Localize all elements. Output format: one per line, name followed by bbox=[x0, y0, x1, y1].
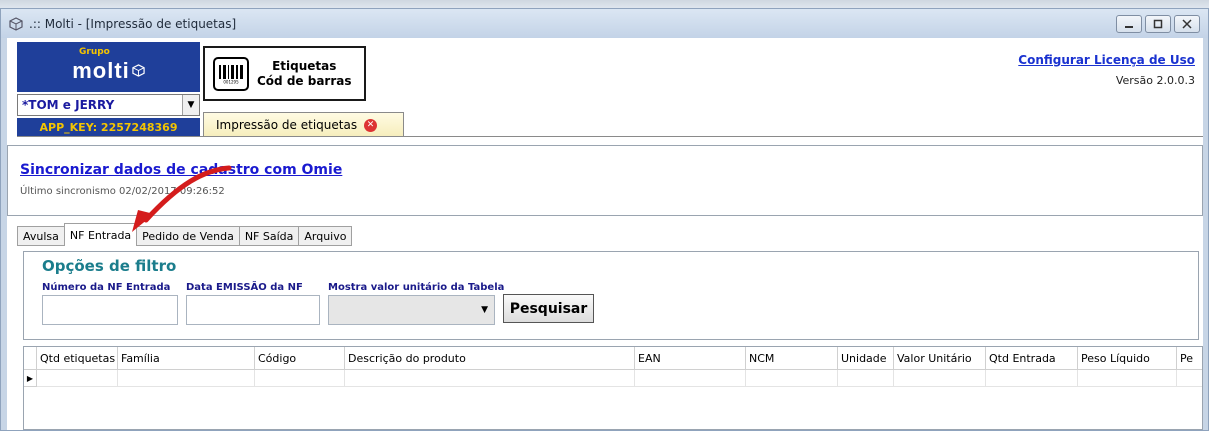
logo-molti-text: molti bbox=[72, 58, 130, 83]
column-header[interactable]: NCM bbox=[746, 347, 838, 370]
table-cell[interactable] bbox=[986, 370, 1078, 387]
filter-title: Opções de filtro bbox=[42, 257, 177, 275]
table-cell[interactable] bbox=[746, 370, 838, 387]
maximize-icon bbox=[1153, 19, 1163, 29]
minimize-button[interactable] bbox=[1116, 15, 1142, 33]
module-tile-etiquetas[interactable]: 001295 Etiquetas Cód de barras bbox=[203, 46, 366, 101]
company-select[interactable]: *TOM e JERRY ▼ bbox=[17, 94, 200, 116]
row-pointer-icon: ▶ bbox=[24, 370, 37, 387]
table-cell[interactable] bbox=[894, 370, 986, 387]
table-row[interactable]: ▶ bbox=[24, 370, 1202, 387]
column-header[interactable]: Descrição do produto bbox=[345, 347, 635, 370]
column-header[interactable]: Código bbox=[255, 347, 345, 370]
tab-nf-entrada[interactable]: NF Entrada bbox=[63, 223, 137, 246]
nf-number-input[interactable] bbox=[42, 295, 178, 325]
nf-number-label: Número da NF Entrada bbox=[42, 282, 171, 293]
client-area: Grupo molti *TOM e JERRY ▼ APP_KEY: 2257… bbox=[7, 38, 1203, 430]
tab-close-icon[interactable]: ✕ bbox=[364, 118, 378, 132]
chevron-down-icon[interactable]: ▼ bbox=[182, 95, 199, 115]
column-header[interactable]: Pe bbox=[1177, 347, 1202, 370]
barcode-icon: 001295 bbox=[213, 56, 249, 91]
tab-nf-saida[interactable]: NF Saída bbox=[238, 226, 299, 246]
grid-corner bbox=[24, 347, 37, 370]
column-header[interactable]: Qtd etiquetas bbox=[37, 347, 118, 370]
grid-header: Qtd etiquetas Família Código Descrição d… bbox=[24, 347, 1202, 370]
subtab-bar: Avulsa NF Entrada Pedido de Venda NF Saí… bbox=[17, 223, 353, 246]
table-cell[interactable] bbox=[255, 370, 345, 387]
table-cell[interactable] bbox=[838, 370, 894, 387]
column-header[interactable]: Valor Unitário bbox=[894, 347, 986, 370]
window-controls bbox=[1116, 15, 1200, 33]
table-cell[interactable] bbox=[635, 370, 746, 387]
title-bar[interactable]: .:: Molti - [Impressão de etiquetas] bbox=[1, 9, 1208, 38]
search-button[interactable]: Pesquisar bbox=[503, 294, 594, 323]
sync-panel: Sincronizar dados de cadastro com Omie Ú… bbox=[7, 145, 1203, 216]
doc-tab-label: Impressão de etiquetas bbox=[216, 118, 358, 132]
unit-value-select[interactable]: ▼ bbox=[328, 295, 495, 325]
app-cube-icon bbox=[9, 16, 23, 31]
table-cell[interactable] bbox=[1177, 370, 1202, 387]
tab-impressao-etiquetas[interactable]: Impressão de etiquetas ✕ bbox=[203, 112, 404, 137]
minimize-icon bbox=[1125, 26, 1133, 28]
window-title: .:: Molti - [Impressão de etiquetas] bbox=[29, 16, 237, 31]
table-cell[interactable] bbox=[345, 370, 635, 387]
version-label: Versão 2.0.0.3 bbox=[1115, 74, 1195, 87]
filter-panel: Opções de filtro Número da NF Entrada Da… bbox=[23, 251, 1199, 340]
close-icon bbox=[1182, 19, 1192, 29]
table-cell[interactable] bbox=[37, 370, 118, 387]
tab-pedido-de-venda[interactable]: Pedido de Venda bbox=[136, 226, 239, 246]
tab-arquivo[interactable]: Arquivo bbox=[298, 226, 353, 246]
barcode-number: 001295 bbox=[223, 79, 239, 84]
tab-avulsa[interactable]: Avulsa bbox=[17, 226, 64, 246]
module-line-2: Cód de barras bbox=[257, 73, 352, 88]
app-key-label: APP_KEY: 2257248369 bbox=[17, 118, 200, 136]
column-header[interactable]: Unidade bbox=[838, 347, 894, 370]
tabstrip-divider bbox=[17, 136, 1203, 137]
table-cell[interactable] bbox=[118, 370, 255, 387]
chevron-down-icon: ▼ bbox=[481, 305, 488, 315]
molti-logo: Grupo molti bbox=[17, 42, 200, 92]
column-header[interactable]: Família bbox=[118, 347, 255, 370]
company-select-value: *TOM e JERRY bbox=[22, 98, 115, 112]
logo-cube-icon bbox=[132, 64, 145, 80]
table-cell[interactable] bbox=[1078, 370, 1177, 387]
last-sync-text: Último sincronismo 02/02/2017 09:26:52 bbox=[20, 186, 225, 197]
emission-date-input[interactable] bbox=[186, 295, 320, 325]
module-tile-label: Etiquetas Cód de barras bbox=[257, 59, 352, 89]
app-window: .:: Molti - [Impressão de etiquetas] Gru… bbox=[0, 8, 1209, 431]
module-line-1: Etiquetas bbox=[272, 58, 337, 73]
column-header[interactable]: Qtd Entrada bbox=[986, 347, 1078, 370]
maximize-button[interactable] bbox=[1145, 15, 1171, 33]
configure-license-link[interactable]: Configurar Licença de Uso bbox=[1018, 53, 1195, 67]
column-header[interactable]: EAN bbox=[635, 347, 746, 370]
close-button[interactable] bbox=[1174, 15, 1200, 33]
desktop-background-strip bbox=[0, 0, 1209, 8]
sync-omie-link[interactable]: Sincronizar dados de cadastro com Omie bbox=[20, 162, 342, 178]
logo-grupo-text: Grupo bbox=[79, 47, 110, 57]
column-header[interactable]: Peso Líquido bbox=[1078, 347, 1177, 370]
emission-date-label: Data EMISSÃO da NF bbox=[186, 282, 303, 293]
unit-value-label: Mostra valor unitário da Tabela bbox=[328, 282, 505, 293]
products-grid[interactable]: Qtd etiquetas Família Código Descrição d… bbox=[23, 346, 1203, 430]
